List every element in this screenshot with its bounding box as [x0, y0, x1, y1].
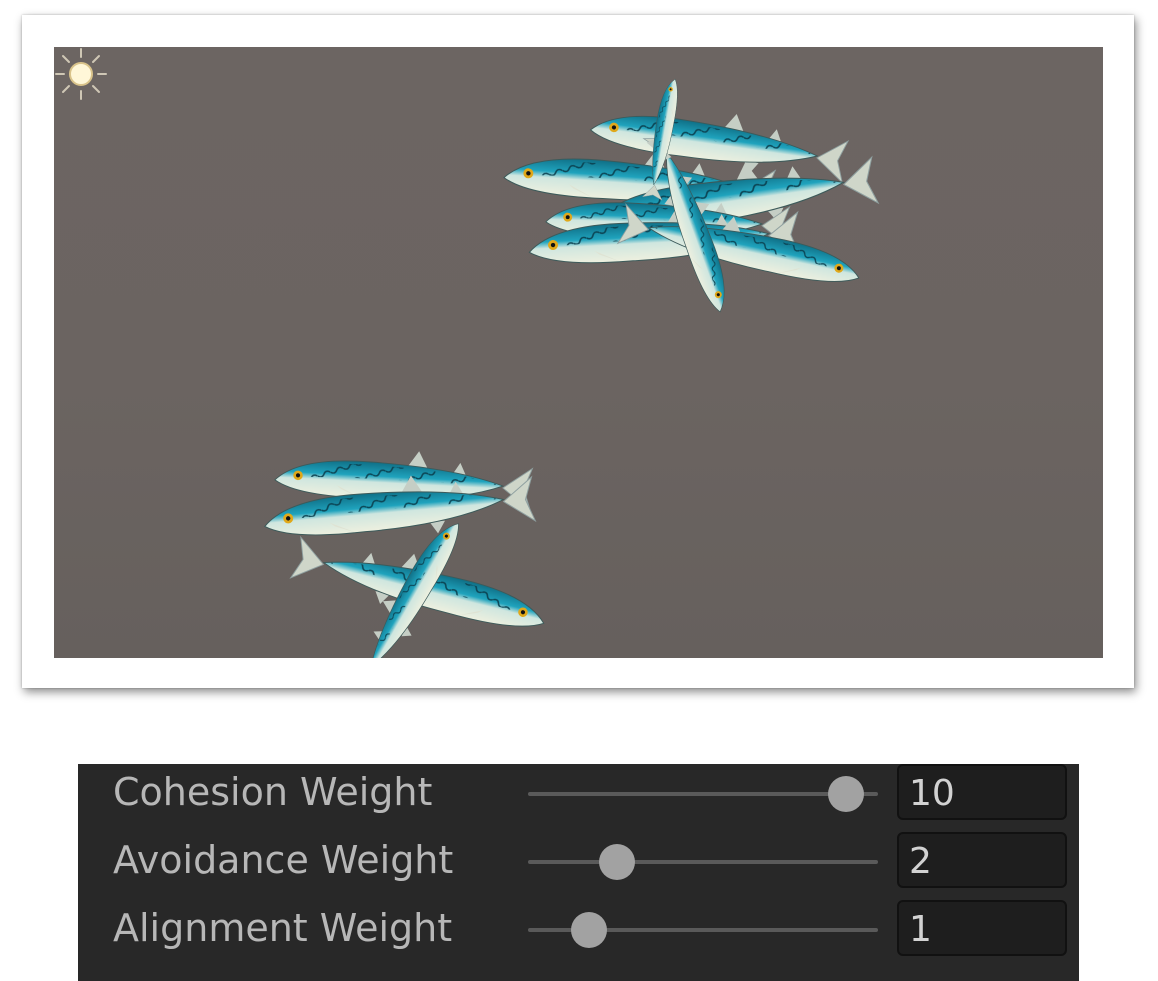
alignment-weight-field[interactable]: 1 — [897, 900, 1067, 956]
alignment-weight-label: Alignment Weight — [113, 906, 453, 950]
slider-thumb[interactable] — [599, 844, 636, 880]
fish-school-upper[interactable] — [501, 75, 880, 318]
row-cohesion-weight: Cohesion Weight 10 — [78, 764, 1079, 824]
alignment-weight-slider[interactable] — [528, 910, 878, 950]
slider-track[interactable] — [528, 860, 878, 864]
avoidance-weight-field[interactable]: 2 — [897, 832, 1067, 888]
cohesion-weight-label: Cohesion Weight — [113, 770, 433, 814]
row-alignment-weight: Alignment Weight 1 — [78, 900, 1079, 960]
scene-viewport[interactable] — [54, 47, 1103, 658]
inspector-panel: Cohesion Weight 10 Avoidance Weight 2 Al… — [78, 764, 1079, 981]
scene-screenshot-frame — [22, 15, 1134, 688]
avoidance-weight-slider[interactable] — [528, 842, 878, 882]
slider-thumb[interactable] — [570, 912, 607, 948]
slider-track[interactable] — [528, 792, 878, 796]
slider-thumb[interactable] — [828, 776, 864, 812]
sun-icon[interactable] — [54, 47, 108, 101]
avoidance-weight-label: Avoidance Weight — [113, 838, 454, 882]
row-avoidance-weight: Avoidance Weight 2 — [78, 832, 1079, 892]
cohesion-weight-slider[interactable] — [528, 774, 878, 814]
cohesion-weight-field[interactable]: 10 — [897, 764, 1067, 820]
scene-canvas — [260, 75, 880, 658]
fish-school-lower[interactable] — [260, 443, 553, 658]
